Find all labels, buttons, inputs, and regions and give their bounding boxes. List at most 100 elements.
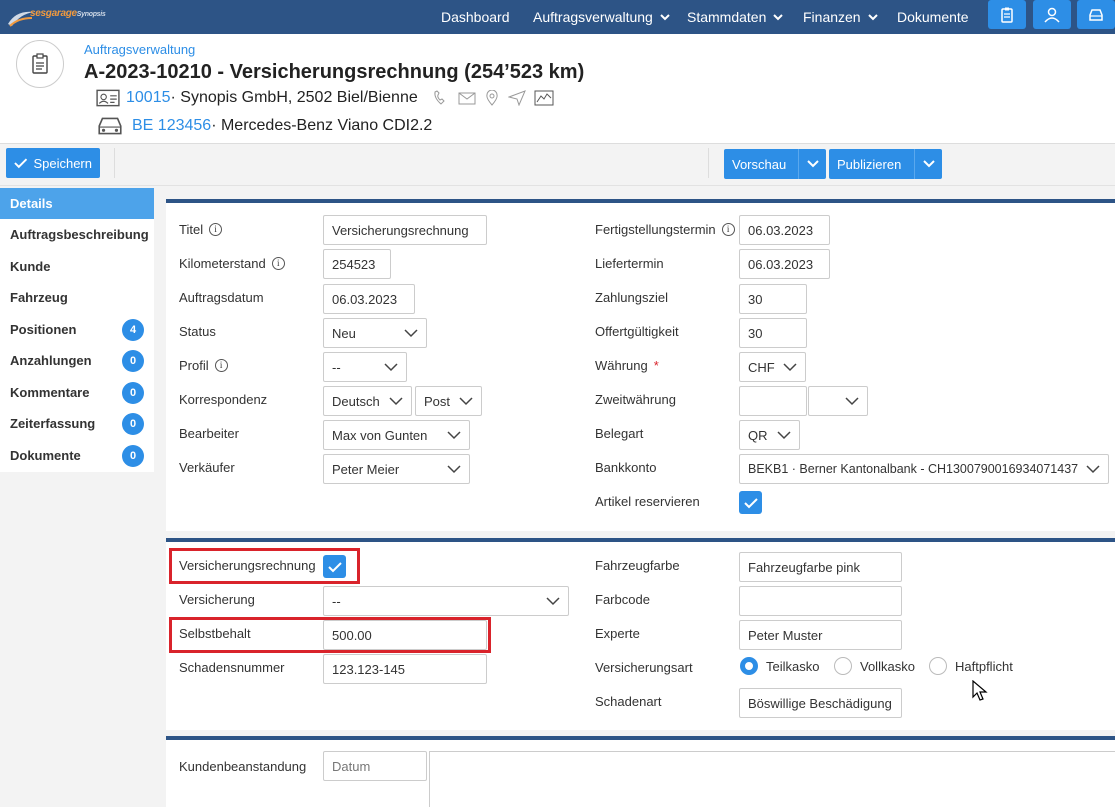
preview-button[interactable]: Vorschau bbox=[724, 149, 826, 179]
versicherungsrechnung-checkbox[interactable] bbox=[323, 555, 346, 578]
radio-button[interactable] bbox=[834, 657, 852, 675]
nav-dokumente[interactable]: Dokumente bbox=[897, 0, 969, 34]
status-select[interactable]: Neu bbox=[323, 318, 427, 348]
radio-haftpflicht[interactable]: Haftpflicht bbox=[929, 657, 1013, 675]
liefertermin-input[interactable]: 06.03.2023 bbox=[739, 249, 830, 279]
belegart-select[interactable]: QR bbox=[739, 420, 800, 450]
clipboard-icon bbox=[1001, 7, 1013, 23]
auftragsdatum-label: Auftragsdatum bbox=[179, 290, 264, 305]
clipboard-button[interactable] bbox=[988, 0, 1026, 29]
chevron-down-icon bbox=[389, 397, 403, 406]
radio-teilkasko[interactable]: Teilkasko bbox=[740, 657, 819, 675]
sidebar-item-dokumente[interactable]: Dokumente 0 bbox=[0, 440, 154, 471]
info-icon[interactable]: i bbox=[271, 257, 285, 270]
sidebar-item-details[interactable]: Details bbox=[0, 188, 154, 219]
selbstbehalt-input[interactable]: 500.00 bbox=[323, 620, 487, 650]
user-button[interactable] bbox=[1033, 0, 1071, 29]
fertigstellung-input[interactable]: 06.03.2023 bbox=[739, 215, 830, 245]
radio-button[interactable] bbox=[929, 657, 947, 675]
nav-dashboard[interactable]: Dashboard bbox=[441, 0, 510, 34]
waehrung-select[interactable]: CHF bbox=[739, 352, 806, 382]
vehicle-button[interactable] bbox=[1077, 0, 1115, 29]
check-icon bbox=[743, 497, 758, 508]
chart-icon[interactable] bbox=[534, 90, 554, 106]
profil-select[interactable]: -- bbox=[323, 352, 407, 382]
mouse-cursor-icon bbox=[972, 680, 988, 701]
kundenbeanstandung-label: Kundenbeanstandung bbox=[179, 759, 307, 774]
info-icon[interactable]: i bbox=[721, 223, 735, 236]
count-badge: 4 bbox=[122, 318, 144, 341]
experte-input[interactable]: Peter Muster bbox=[739, 620, 902, 650]
sidebar-item-kommentare[interactable]: Kommentare 0 bbox=[0, 377, 154, 408]
fahrzeugfarbe-input[interactable]: Fahrzeugfarbe pink bbox=[739, 552, 902, 582]
order-avatar bbox=[16, 40, 64, 88]
complaint-date-input[interactable]: Datum bbox=[323, 751, 427, 781]
id-card-icon bbox=[96, 89, 120, 107]
customer-id-link[interactable]: 10015 bbox=[126, 89, 171, 107]
sidebar-item-fahrzeug[interactable]: Fahrzeug bbox=[0, 282, 154, 313]
versicherung-select[interactable]: -- bbox=[323, 586, 569, 616]
sidebar-item-anzahlungen[interactable]: Anzahlungen 0 bbox=[0, 345, 154, 376]
radio-vollkasko[interactable]: Vollkasko bbox=[834, 657, 915, 675]
bankkonto-select[interactable]: BEKB1 · Berner Kantonalbank - CH13007900… bbox=[739, 454, 1109, 484]
versicherungsrechnung-label: Versicherungsrechnung bbox=[179, 558, 316, 573]
chevron-down-icon bbox=[447, 465, 461, 474]
sidebar-item-auftragsbeschreibung[interactable]: Auftragsbeschreibung bbox=[0, 219, 154, 250]
auftragsdatum-input[interactable]: 06.03.2023 bbox=[323, 284, 415, 314]
artikel-reservieren-checkbox[interactable] bbox=[739, 491, 762, 514]
count-badge: 0 bbox=[122, 381, 144, 404]
brand-name: sesgarageSynopsis bbox=[30, 8, 106, 19]
km-input[interactable]: 254523 bbox=[323, 249, 391, 279]
save-button[interactable]: Speichern bbox=[6, 148, 100, 178]
zweitwaehrung-label: Zweitwährung bbox=[595, 392, 676, 407]
chevron-down-icon bbox=[660, 14, 670, 21]
status-label: Status bbox=[179, 324, 216, 339]
info-icon[interactable]: i bbox=[214, 359, 228, 372]
info-icon[interactable]: i bbox=[209, 223, 223, 236]
zahlungsziel-input[interactable]: 30 bbox=[739, 284, 807, 314]
map-pin-icon[interactable] bbox=[484, 90, 500, 106]
schadensnummer-label: Schadensnummer bbox=[179, 660, 285, 675]
nav-auftragsverwaltung[interactable]: Auftragsverwaltung bbox=[533, 0, 671, 34]
breadcrumb[interactable]: Auftragsverwaltung bbox=[84, 42, 195, 57]
toolbar bbox=[0, 144, 1115, 186]
zweitwaehrung-amount-input[interactable] bbox=[739, 386, 807, 416]
bearbeiter-select[interactable]: Max von Gunten bbox=[323, 420, 470, 450]
sidebar-item-zeiterfassung[interactable]: Zeiterfassung 0 bbox=[0, 408, 154, 439]
chevron-down-icon bbox=[1086, 465, 1100, 474]
chevron-down-icon bbox=[546, 597, 560, 606]
offertgueltigkeit-input[interactable]: 30 bbox=[739, 318, 807, 348]
versicherungsart-label: Versicherungsart bbox=[595, 660, 693, 675]
chevron-down-icon[interactable] bbox=[922, 159, 936, 169]
zweitwaehrung-select[interactable] bbox=[808, 386, 868, 416]
complaint-textarea[interactable] bbox=[429, 751, 1115, 807]
nav-stammdaten[interactable]: Stammdaten bbox=[687, 0, 784, 34]
titel-input[interactable]: Versicherungsrechnung bbox=[323, 215, 487, 245]
nav-finanzen[interactable]: Finanzen bbox=[803, 0, 879, 34]
schadensnummer-input[interactable]: 123.123-145 bbox=[323, 654, 487, 684]
verkaeufer-select[interactable]: Peter Meier bbox=[323, 454, 470, 484]
radio-button[interactable] bbox=[740, 657, 758, 675]
korrespondenz-channel-select[interactable]: Post bbox=[415, 386, 482, 416]
mail-icon[interactable] bbox=[458, 90, 476, 106]
count-badge: 0 bbox=[122, 349, 144, 372]
navigate-icon[interactable] bbox=[507, 90, 526, 106]
farbcode-input[interactable] bbox=[739, 586, 902, 616]
phone-icon[interactable] bbox=[432, 90, 450, 106]
chevron-down-icon bbox=[447, 431, 461, 440]
sidebar-item-kunde[interactable]: Kunde bbox=[0, 251, 154, 282]
sidebar-item-positionen[interactable]: Positionen 4 bbox=[0, 314, 154, 345]
schadenart-input[interactable]: Böswillige Beschädigung bbox=[739, 688, 902, 718]
versicherung-label: Versicherung bbox=[179, 592, 255, 607]
chevron-down-icon bbox=[867, 14, 878, 21]
korrespondenz-label: Korrespondenz bbox=[179, 392, 268, 407]
chevron-down-icon[interactable] bbox=[806, 159, 820, 169]
chevron-down-icon bbox=[783, 363, 797, 372]
chevron-down-icon bbox=[404, 329, 418, 338]
page-title: A-2023-10210 - Versicherungsrechnung (25… bbox=[84, 61, 585, 83]
korrespondenz-language-select[interactable]: Deutsch bbox=[323, 386, 412, 416]
plate-link[interactable]: BE 123456 bbox=[132, 117, 211, 135]
farbcode-label: Farbcode bbox=[595, 592, 650, 607]
customer-line: 10015 · Synopis GmbH, 2502 Biel/Bienne bbox=[96, 88, 554, 108]
publish-button[interactable]: Publizieren bbox=[829, 149, 942, 179]
